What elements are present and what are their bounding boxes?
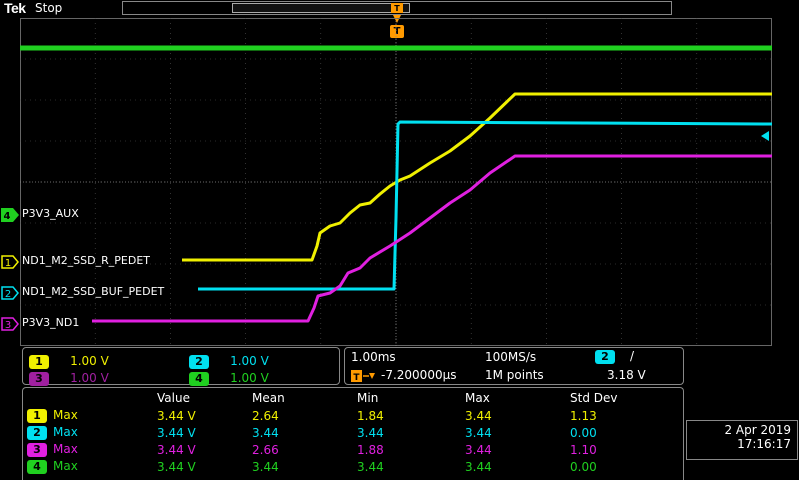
measurement-max: 3.44 [465, 425, 492, 440]
measurement-type: Max [53, 425, 78, 439]
brand-logo: Tek [4, 0, 26, 16]
ch3-scale-value: 1.00 V [70, 371, 109, 385]
measurement-std: 1.13 [570, 408, 597, 423]
record-view-indicator[interactable] [232, 3, 410, 13]
trigger-level: 3.18 V [607, 368, 646, 382]
ch3-marker[interactable]: 3 [1, 316, 19, 335]
ch4-badge: 4 [189, 372, 209, 386]
measurement-mean: 2.64 [252, 408, 279, 423]
measurement-mean: 2.66 [252, 442, 279, 457]
measurement-type: Max [53, 459, 78, 473]
measurement-std: 1.10 [570, 442, 597, 457]
measurement-value: 3.44 V [157, 459, 196, 474]
measurement-label: 3 Max [27, 441, 157, 458]
horizontal-scale: 1.00ms [351, 350, 396, 364]
measurement-max: 3.44 [465, 408, 492, 423]
ch2-marker[interactable]: 2 [1, 285, 19, 304]
ch3-scale[interactable]: 3 1.00 V [29, 367, 109, 386]
measurement-mean: 3.44 [252, 425, 279, 440]
ch4-scale-value: 1.00 V [230, 371, 269, 385]
measurement-mean: 3.44 [252, 459, 279, 474]
measurement-label: 4 Max [27, 458, 157, 475]
trigger-position-icon: T [351, 368, 381, 387]
datetime-display: 2 Apr 2019 17:16:17 [686, 420, 798, 460]
measurement-type: Max [53, 408, 78, 422]
svg-text:1: 1 [5, 258, 11, 269]
measurement-max: 3.44 [465, 442, 492, 457]
col-min: Min [357, 390, 379, 405]
sample-rate: 100MS/s [485, 350, 537, 364]
time-text: 17:16:17 [737, 437, 791, 451]
measurement-channel-badge: 2 [27, 426, 47, 440]
ch4-marker[interactable]: 4 [1, 207, 19, 226]
col-max: Max [465, 390, 490, 405]
measurements-table: Value Mean Min Max Std Dev [27, 389, 660, 406]
ch1-label: ND1_M2_SSD_R_PEDET [22, 254, 150, 267]
ch1-marker[interactable]: 1 [1, 254, 19, 273]
measurement-std: 0.00 [570, 425, 597, 440]
measurements-rows: 1 Max 3.44 V 2.64 1.84 3.44 1.13 2 Max 3.44 V 3.44… [27, 407, 660, 475]
ch2-level-arrow-icon[interactable] [759, 126, 769, 145]
ch2-scale-value: 1.00 V [230, 354, 269, 368]
measurement-channel-badge: 1 [27, 409, 47, 423]
timebase-panel[interactable]: 1.00ms 100MS/s T -7.200000µs 1M points 2… [344, 347, 684, 385]
ch4-label: P3V3_AUX [22, 207, 79, 220]
vertical-scale-panel[interactable]: 1 1.00 V 2 1.00 V 3 1.00 V 4 1.00 V [22, 347, 340, 386]
date-text: 2 Apr 2019 [724, 423, 791, 437]
svg-text:T: T [394, 4, 400, 13]
measurement-row[interactable]: 4 Max 3.44 V 3.44 3.44 3.44 0.00 [27, 458, 660, 475]
ch1-trace [182, 92, 772, 262]
measurement-label: 2 Max [27, 424, 157, 441]
measurement-min: 1.84 [357, 408, 384, 423]
svg-text:T: T [353, 373, 360, 383]
measurement-min: 3.44 [357, 425, 384, 440]
measurement-min: 1.88 [357, 442, 384, 457]
svg-text:4: 4 [4, 211, 11, 222]
ch4-scale[interactable]: 4 1.00 V [189, 367, 269, 386]
trigger-source-badge: 2 [595, 350, 615, 364]
measurement-row[interactable]: 2 Max 3.44 V 3.44 3.44 3.44 0.00 [27, 424, 660, 441]
trigger-slope-icon: / [630, 349, 635, 363]
measurement-row[interactable]: 3 Max 3.44 V 2.66 1.88 3.44 1.10 [27, 441, 660, 458]
ch3-trace [92, 154, 772, 323]
trigger-position-indicator[interactable]: T [390, 3, 404, 23]
measurement-label: 1 Max [27, 407, 157, 424]
svg-text:2: 2 [5, 289, 11, 300]
svg-text:3: 3 [5, 320, 11, 331]
col-std-dev: Std Dev [570, 390, 618, 405]
horizontal-position: -7.200000µs [381, 368, 457, 382]
col-value: Value [157, 390, 190, 405]
measurement-min: 3.44 [357, 459, 384, 474]
measurements-header-row: Value Mean Min Max Std Dev [27, 389, 660, 406]
measurement-std: 0.00 [570, 459, 597, 474]
measurement-channel-badge: 3 [27, 443, 47, 457]
measurements-panel[interactable]: Value Mean Min Max Std Dev 1 Max 3.44 V 2.6… [22, 387, 684, 480]
ch3-label: P3V3_ND1 [22, 316, 80, 329]
col-mean: Mean [252, 390, 285, 405]
measurement-channel-badge: 4 [27, 460, 47, 474]
ch3-badge: 3 [29, 372, 49, 386]
ch1-scale-value: 1.00 V [70, 354, 109, 368]
measurement-value: 3.44 V [157, 425, 196, 440]
ch2-label: ND1_M2_SSD_BUF_PEDET [22, 285, 165, 298]
measurement-row[interactable]: 1 Max 3.44 V 2.64 1.84 3.44 1.13 [27, 407, 660, 424]
measurement-value: 3.44 V [157, 442, 196, 457]
measurement-type: Max [53, 442, 78, 456]
run-status[interactable]: Stop [35, 1, 62, 15]
measurement-max: 3.44 [465, 459, 492, 474]
record-length: 1M points [485, 368, 544, 382]
measurement-value: 3.44 V [157, 408, 196, 423]
